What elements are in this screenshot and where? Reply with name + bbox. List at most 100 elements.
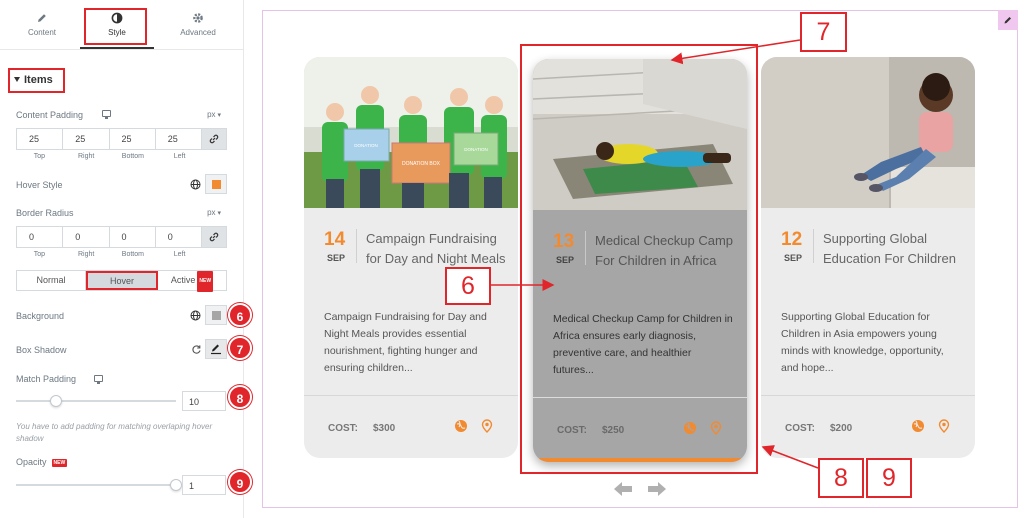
side-label-left: Left — [173, 153, 186, 160]
state-active-label: Active — [170, 275, 196, 285]
radius-left-input[interactable]: 0 — [156, 227, 202, 247]
active-tab-underline — [80, 47, 154, 49]
link-values-button[interactable] — [202, 129, 226, 149]
edit-shadow-icon — [211, 344, 221, 355]
border-radius-inputs: 0 0 0 0 — [16, 226, 227, 248]
card-date-month: SEP — [327, 253, 346, 263]
hover-style-label: Hover Style — [16, 180, 63, 190]
arrow-left-icon[interactable] — [613, 481, 633, 497]
hover-style-global-button[interactable] — [186, 175, 204, 193]
background-label: Background — [16, 311, 65, 321]
box-shadow-reset-button[interactable] — [187, 340, 205, 358]
link-icon — [209, 134, 219, 144]
opacity-slider[interactable] — [16, 479, 182, 491]
new-badge: NEW — [197, 271, 214, 292]
card-date-month: SEP — [784, 253, 803, 263]
opacity-slider-handle[interactable] — [170, 479, 182, 491]
card-footer-divider — [304, 395, 518, 396]
state-normal-tab[interactable]: Normal — [17, 271, 86, 290]
match-padding-input[interactable]: 10 — [182, 391, 226, 411]
callout-badge-8: 8 — [228, 385, 252, 409]
padding-left-input[interactable]: 25 — [156, 129, 202, 149]
card-divider — [356, 229, 357, 263]
card-description: Supporting Global Education for Children… — [781, 311, 944, 374]
content-padding-label: Content Padding — [16, 110, 84, 120]
tab-advanced[interactable]: Advanced — [168, 8, 228, 46]
globe-icon — [190, 179, 200, 189]
widget-edit-button[interactable] — [998, 10, 1018, 30]
globe-icon[interactable] — [911, 419, 925, 433]
caret-down-icon — [14, 77, 20, 82]
content-padding-side-labels: Top Right Bottom Left — [16, 153, 203, 160]
border-radius-label: Border Radius — [16, 208, 74, 218]
border-radius-side-labels: Top Right Bottom Left — [16, 251, 203, 258]
padding-right-input[interactable]: 25 — [63, 129, 110, 149]
callout-box-7: 7 — [800, 12, 847, 52]
sign-text-1: DONATION — [354, 143, 377, 148]
sign-text-3: DONATION — [464, 147, 487, 152]
editor-panel: Content Style Advanced Items Content Pad… — [0, 0, 252, 518]
tab-content-label: Content — [27, 28, 57, 37]
state-hover-tab[interactable]: Hover — [86, 271, 158, 290]
match-padding-label: Match Padding — [16, 374, 77, 384]
gear-icon — [193, 13, 203, 23]
side-label-right: Right — [77, 251, 95, 258]
callout-box-8: 8 — [818, 458, 864, 498]
radius-link-button[interactable] — [202, 227, 226, 247]
callout-box-9: 9 — [866, 458, 912, 498]
new-badge: NEW — [51, 459, 68, 467]
opacity-label-text: Opacity — [16, 457, 47, 467]
card-cost-value: $200 — [830, 423, 853, 434]
hover-style-color-swatch[interactable] — [205, 174, 227, 194]
card-image-child-sitting — [761, 57, 975, 208]
content-padding-unit[interactable]: px — [207, 110, 221, 119]
map-pin-icon[interactable] — [480, 419, 494, 433]
card-title[interactable]: Campaign Fundraising for Day and Night M… — [366, 229, 506, 268]
card-title[interactable]: Supporting Global Education For Children — [823, 229, 963, 268]
event-card-3[interactable]: 12 SEP Supporting Global Education For C… — [761, 57, 975, 458]
background-color-swatch[interactable] — [205, 305, 227, 325]
state-active-tab[interactable]: Active NEW — [158, 271, 226, 292]
tab-advanced-label: Advanced — [180, 28, 216, 37]
match-padding-slider[interactable] — [16, 395, 176, 407]
card-image-volunteers: DONATION DONATION BOX DONATION — [304, 57, 518, 208]
side-label-top: Top — [33, 153, 46, 160]
card-cost-value: $300 — [373, 423, 396, 434]
section-items-toggle[interactable]: Items — [8, 68, 65, 93]
globe-icon[interactable] — [454, 419, 468, 433]
card-cost-label: COST: — [328, 423, 358, 434]
box-shadow-edit-button[interactable] — [205, 339, 227, 359]
box-shadow-label: Box Shadow — [16, 345, 67, 355]
side-label-bottom: Bottom — [121, 251, 144, 258]
reset-icon — [191, 344, 201, 354]
radius-right-input[interactable]: 0 — [63, 227, 110, 247]
background-global-button[interactable] — [186, 306, 204, 324]
radius-top-input[interactable]: 0 — [17, 227, 64, 247]
card-date-day: 12 — [781, 229, 803, 250]
event-card-1[interactable]: DONATION DONATION BOX DONATION 14 SEP Ca… — [304, 57, 518, 458]
style-tab-highlight — [84, 8, 147, 45]
arrow-right-icon[interactable] — [647, 481, 667, 497]
pencil-icon — [38, 14, 46, 22]
side-label-bottom: Bottom — [121, 153, 144, 160]
monitor-icon[interactable] — [94, 375, 103, 384]
radius-bottom-input[interactable]: 0 — [110, 227, 156, 247]
opacity-label: Opacity NEW — [16, 457, 68, 467]
border-radius-unit[interactable]: px — [207, 208, 221, 217]
map-pin-icon[interactable] — [937, 419, 951, 433]
match-padding-slider-handle[interactable] — [50, 395, 62, 407]
side-label-left: Left — [173, 251, 186, 258]
padding-bottom-input[interactable]: 25 — [110, 129, 156, 149]
opacity-input[interactable]: 1 — [182, 475, 226, 495]
card-description: Campaign Fundraising for Day and Night M… — [324, 311, 487, 374]
callout-badge-9: 9 — [228, 470, 252, 494]
panel-tabs: Content Style Advanced — [0, 0, 244, 50]
monitor-icon[interactable] — [102, 110, 111, 119]
callout-badge-7: 7 — [228, 336, 252, 360]
state-toggle: Normal Hover Active NEW — [16, 270, 227, 292]
swatch-gray — [212, 311, 221, 320]
globe-icon — [190, 310, 200, 320]
padding-top-input[interactable]: 25 — [17, 129, 64, 149]
tab-content[interactable]: Content — [12, 8, 72, 46]
side-label-top: Top — [33, 251, 46, 258]
